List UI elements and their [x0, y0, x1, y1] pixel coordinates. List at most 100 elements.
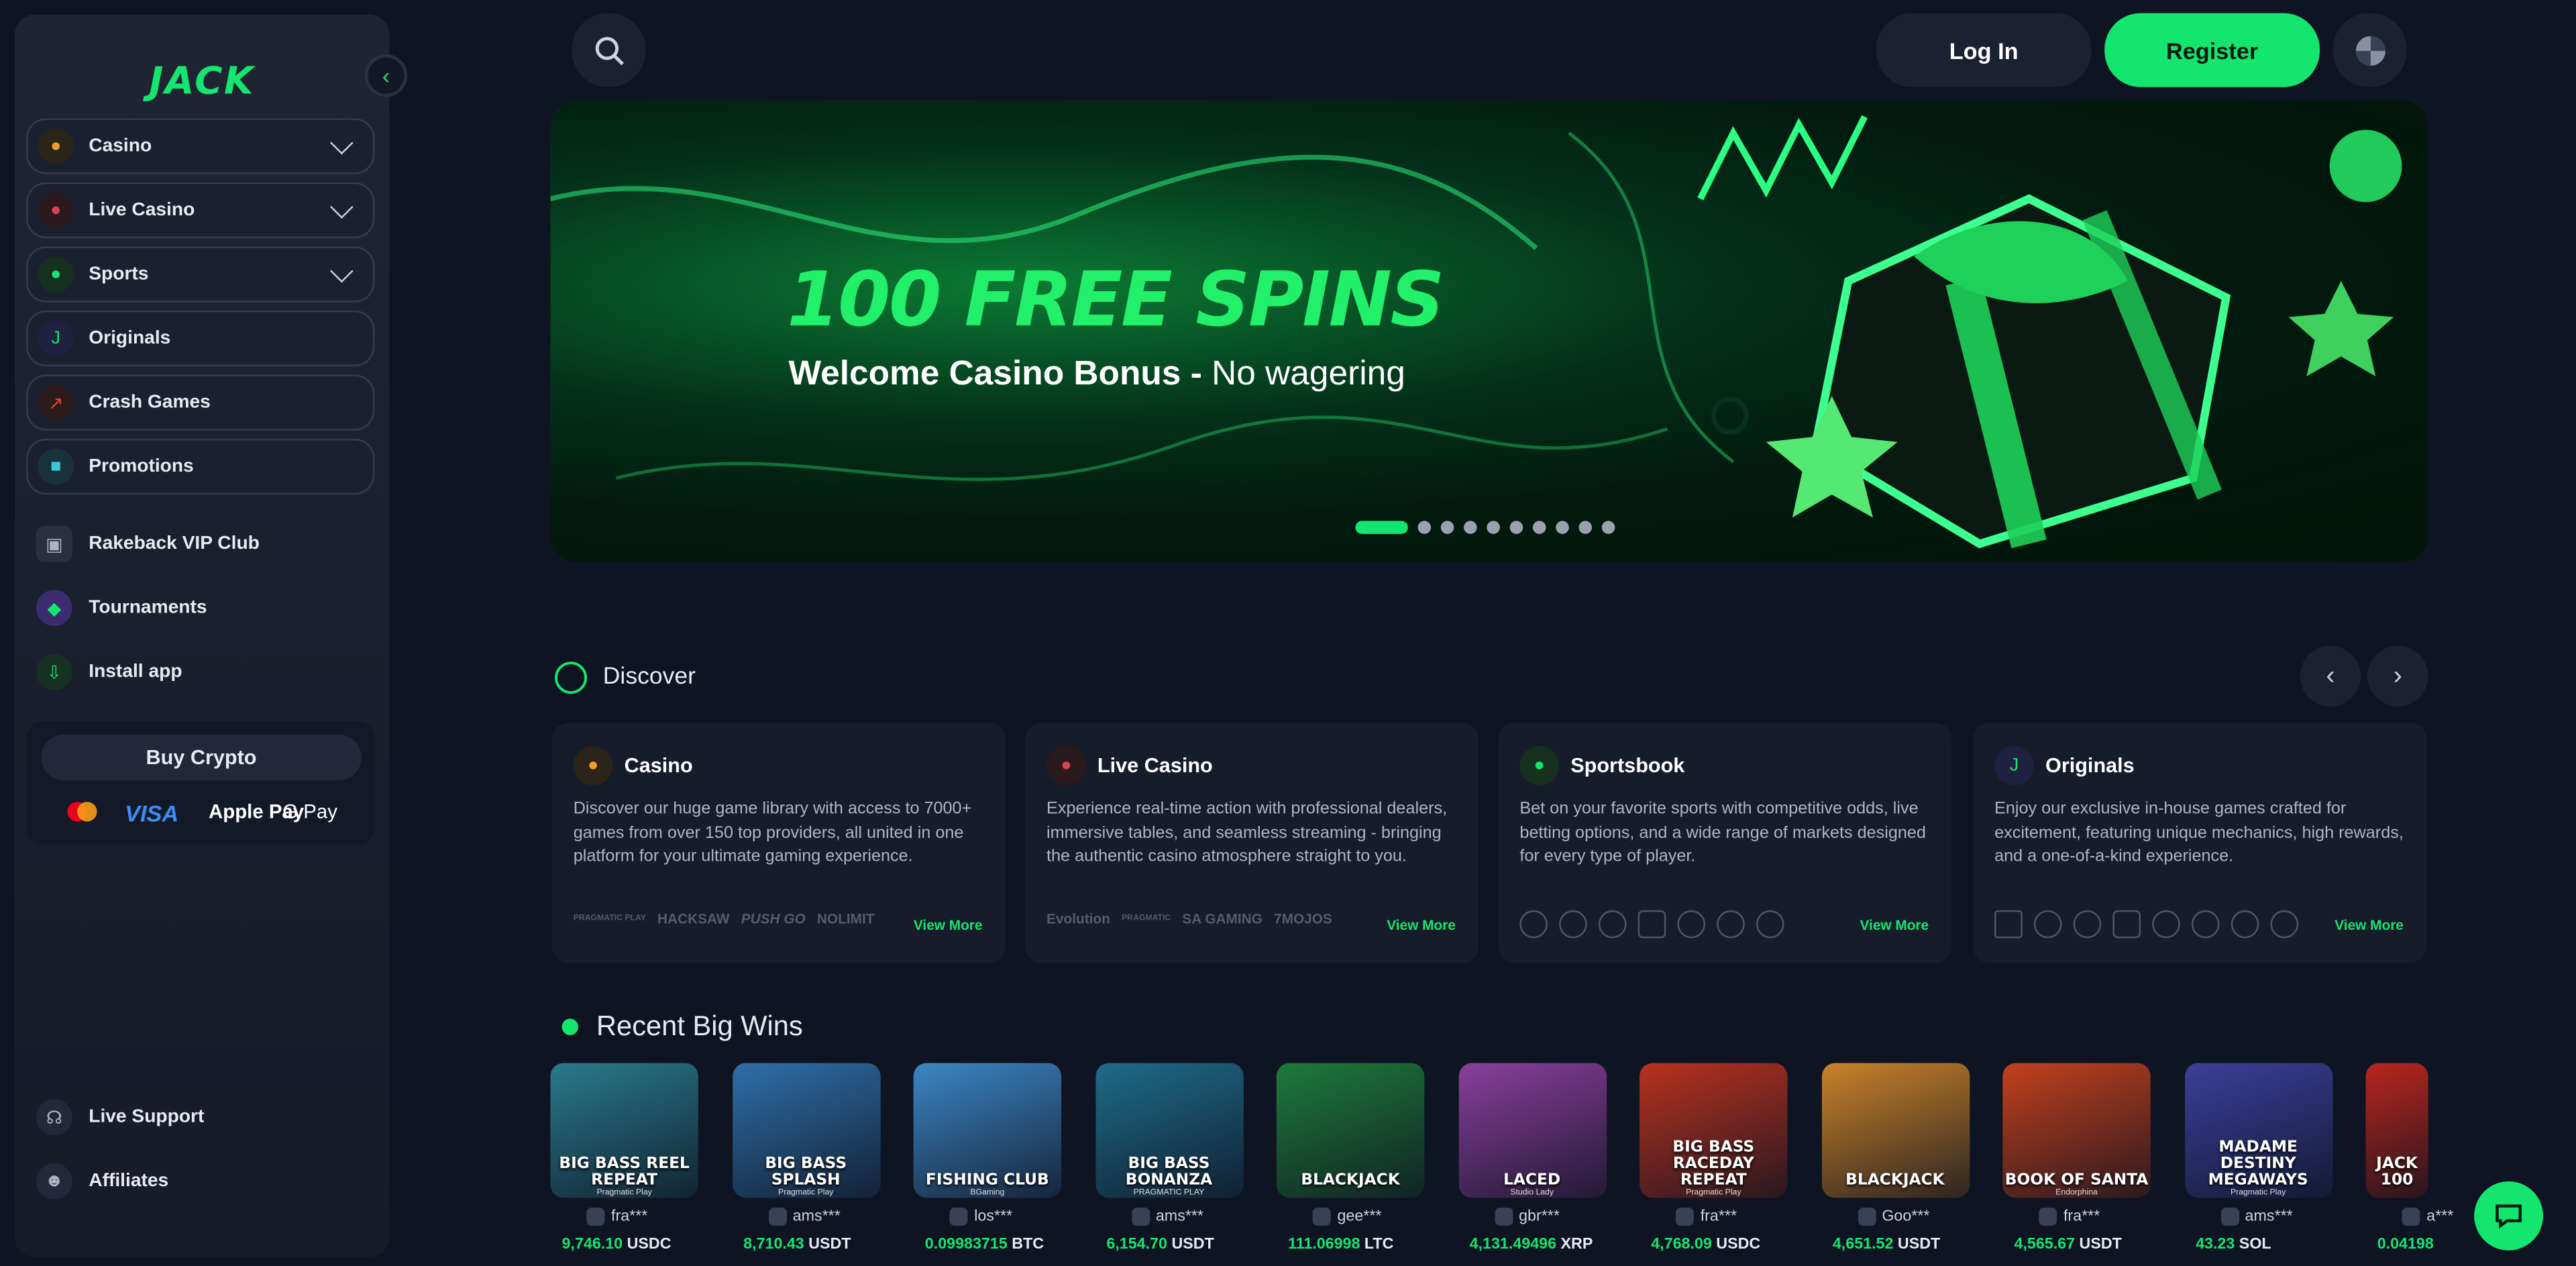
game-tile[interactable]: BIG BASS REEL REPEAT Pragmatic Play	[550, 1063, 698, 1198]
game-provider: Pragmatic Play	[1686, 1188, 1741, 1198]
amount-currency: SOL	[2239, 1235, 2271, 1254]
amount-value: 43.23	[2196, 1235, 2235, 1254]
sidebar-item-label: Promotions	[89, 456, 194, 477]
rocket-icon	[2231, 910, 2259, 939]
carousel-dot[interactable]	[1417, 521, 1432, 534]
card-title: Casino	[624, 754, 693, 778]
esports-icon	[1638, 910, 1666, 939]
language-button[interactable]	[2332, 13, 2407, 87]
coin-icon	[2270, 910, 2299, 939]
winner-user: fra***	[2039, 1208, 2100, 1226]
sidebar-item-label: Rakeback VIP Club	[89, 533, 260, 554]
carousel-dot[interactable]	[1464, 521, 1477, 534]
sidebar-item-rakeback[interactable]: ▣ Rakeback VIP Club	[36, 525, 260, 562]
view-more-link[interactable]: View More	[1860, 917, 1929, 933]
win-amount: 8,710.43 USDT	[743, 1236, 851, 1254]
sidebar-item-label: Live Casino	[89, 200, 195, 221]
chat-icon	[2496, 1204, 2522, 1229]
view-more-link[interactable]: View More	[914, 917, 983, 933]
game-tile[interactable]: BIG BASS BONANZA PRAGMATIC PLAY	[1095, 1063, 1243, 1198]
game-provider: Pragmatic Play	[2230, 1188, 2286, 1198]
win-amount: 9,746.10 USDC	[562, 1236, 672, 1254]
brand-logo[interactable]: JACK	[15, 61, 389, 104]
win-amount: 0.09983715 BTC	[925, 1236, 1044, 1254]
game-tile[interactable]: FISHING CLUB BGaming	[913, 1063, 1062, 1198]
sidebar-item-label: Originals	[89, 328, 171, 349]
soccer-icon	[1519, 910, 1548, 939]
compass-icon	[555, 662, 588, 694]
chat-button[interactable]	[2474, 1181, 2544, 1251]
basketball-icon	[1559, 910, 1587, 939]
amount-value: 6,154.70	[1106, 1235, 1167, 1254]
sidebar-item-label: Tournaments	[89, 598, 207, 618]
carousel-dot[interactable]	[1440, 521, 1454, 534]
view-more-link[interactable]: View More	[2334, 917, 2404, 933]
discover-prev-button[interactable]: ‹	[2300, 645, 2361, 707]
discover-card-sportsbook[interactable]: ● Sportsbook Bet on your favorite sports…	[1498, 723, 1952, 963]
game-provider: Endorphina	[2055, 1188, 2098, 1198]
promo-banner[interactable]: 100 FREE SPINS Welcome Casino Bonus - No…	[550, 100, 2428, 562]
winner-user: fra***	[1675, 1208, 1737, 1226]
login-button[interactable]: Log In	[1876, 13, 2092, 87]
user-icon	[1131, 1208, 1150, 1226]
sidebar-item-promotions[interactable]: ■ Promotions	[26, 438, 375, 495]
game-tile[interactable]: LACED Studio Lady	[1458, 1063, 1606, 1198]
carousel-dot[interactable]	[1556, 521, 1569, 534]
sidebar-item-originals[interactable]: J Originals	[26, 310, 375, 367]
carousel-dot[interactable]	[1355, 521, 1408, 534]
casino-icon: ●	[573, 745, 613, 786]
game-title: BIG BASS RACEDAY REPEAT	[1672, 1139, 1755, 1190]
sidebar-item-live-casino[interactable]: ● Live Casino	[26, 182, 375, 239]
live-casino-icon: ●	[1046, 745, 1086, 786]
sidebar-item-label: Live Support	[89, 1107, 205, 1128]
game-tile[interactable]: BLACKJACK	[1821, 1063, 1970, 1198]
banner-title: 100 FREE SPINS	[787, 254, 1444, 344]
hockey-icon	[1756, 910, 1784, 939]
discover-card-live-casino[interactable]: ● Live Casino Experience real-time actio…	[1025, 723, 1479, 963]
winner-user: ams***	[1131, 1208, 1203, 1226]
sidebar-item-sports[interactable]: ● Sports	[26, 246, 375, 303]
game-tile[interactable]: BLACKJACK	[1276, 1063, 1425, 1198]
winner-user: ams***	[767, 1208, 841, 1226]
sidebar-item-casino[interactable]: ● Casino	[26, 118, 375, 174]
game-tile[interactable]: BIG BASS SPLASH Pragmatic Play	[732, 1063, 880, 1198]
carousel-dot[interactable]	[1601, 521, 1615, 534]
collapse-sidebar-button[interactable]: ‹	[364, 54, 408, 97]
sidebar-item-install-app[interactable]: ⇩ Install app	[36, 653, 182, 690]
winner-name: fra***	[2063, 1208, 2100, 1226]
provider-logo: PRAGMATIC PLAY	[573, 913, 646, 924]
sidebar-item-tournaments[interactable]: ◆ Tournaments	[36, 590, 207, 627]
game-tile[interactable]: JACK 100	[2365, 1063, 2428, 1198]
view-more-link[interactable]: View More	[1387, 917, 1456, 933]
game-title: BOOK OF SANTA	[2004, 1171, 2149, 1190]
sidebar-item-affiliates[interactable]: ☻ Affiliates	[36, 1163, 168, 1200]
game-tile[interactable]: MADAME DESTINY MEGAWAYS Pragmatic Play	[2184, 1063, 2332, 1198]
winner-user: ams***	[2220, 1208, 2293, 1226]
carousel-dot[interactable]	[1578, 521, 1593, 534]
discover-card-originals[interactable]: J Originals Enjoy our exclusive in-house…	[1973, 723, 2427, 963]
globe-icon	[2355, 35, 2385, 65]
amount-currency: BTC	[1012, 1235, 1044, 1254]
card-title: Originals	[2045, 754, 2135, 778]
game-tile[interactable]: BOOK OF SANTA Endorphina	[2002, 1063, 2151, 1198]
users-icon: ☻	[36, 1163, 72, 1200]
register-button[interactable]: Register	[2104, 13, 2320, 87]
sidebar-item-live-support[interactable]: ☊ Live Support	[36, 1099, 205, 1136]
tennis-icon	[1598, 910, 1627, 939]
amount-value: 8,710.43	[743, 1235, 804, 1254]
carousel-dot[interactable]	[1509, 521, 1523, 534]
sidebar-item-crash-games[interactable]: ↗ Crash Games	[26, 374, 375, 431]
game-tile[interactable]: BIG BASS RACEDAY REPEAT Pragmatic Play	[1640, 1063, 1788, 1198]
search-button[interactable]	[572, 13, 646, 87]
carousel-dot[interactable]	[1487, 521, 1500, 534]
carousel-dot[interactable]	[1532, 521, 1546, 534]
sports-icon: ●	[38, 256, 74, 293]
provider-logos: PRAGMATIC PLAY HACKSAW PUSH GO NOLIMIT	[574, 910, 875, 927]
discover-next-button[interactable]: ›	[2367, 645, 2428, 707]
card-game-icon	[2112, 910, 2141, 939]
sidebar-item-label: Install app	[89, 662, 182, 682]
discover-card-casino[interactable]: ● Casino Discover our huge game library …	[551, 723, 1006, 963]
buy-crypto-button[interactable]: Buy Crypto	[41, 734, 362, 781]
card-title: Live Casino	[1097, 754, 1213, 778]
chevron-down-icon	[330, 195, 354, 218]
